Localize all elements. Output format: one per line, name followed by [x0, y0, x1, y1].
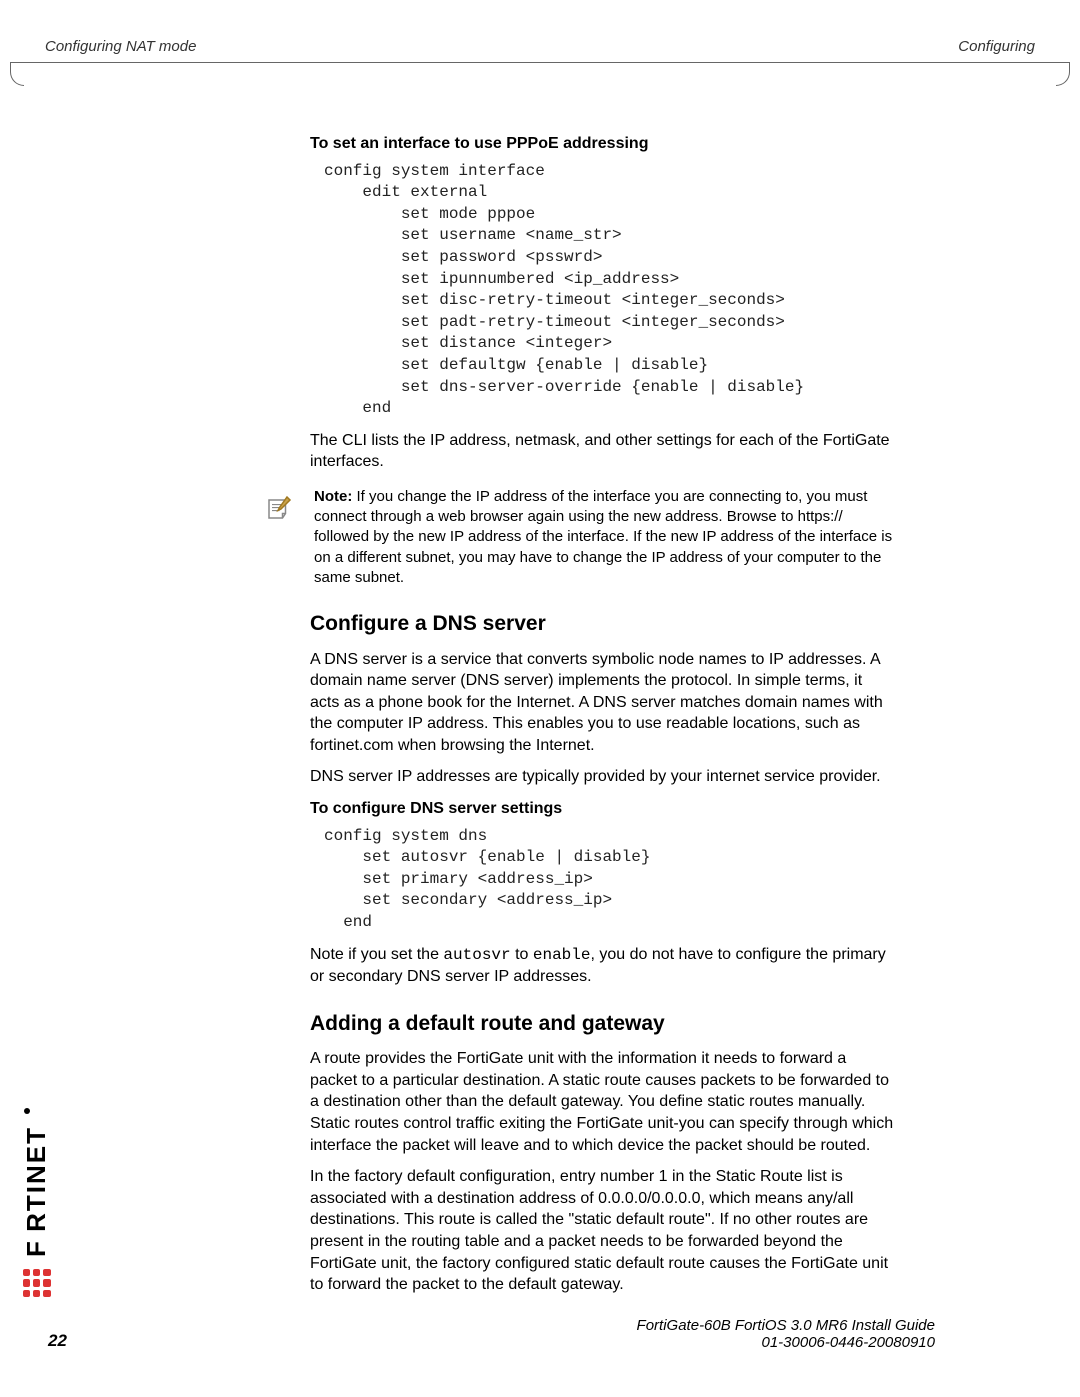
paragraph-cli-lists: The CLI lists the IP address, netmask, a… — [310, 430, 895, 473]
paragraph-dns-1: A DNS server is a service that converts … — [310, 649, 895, 757]
note-label: Note: — [314, 488, 352, 505]
footer-guide-title: FortiGate-60B FortiOS 3.0 MR6 Install Gu… — [637, 1317, 935, 1334]
note-body: If you change the IP address of the inte… — [314, 488, 892, 586]
page-number: 22 — [48, 1331, 67, 1351]
note-icon — [260, 491, 296, 534]
header-curve-right — [1056, 62, 1070, 86]
header-rule — [10, 62, 1070, 63]
header-curve-left — [10, 62, 24, 86]
footer-meta: FortiGate-60B FortiOS 3.0 MR6 Install Gu… — [637, 1317, 935, 1351]
code-block-pppoe: config system interface edit external se… — [324, 161, 895, 420]
content-area: To set an interface to use PPPoE address… — [310, 61, 895, 1296]
note-text: Note: If you change the IP address of th… — [314, 487, 895, 588]
brand-logo: F RTINET — [21, 1108, 52, 1297]
brand-logo-dot — [24, 1108, 30, 1114]
footer: 22 FortiGate-60B FortiOS 3.0 MR6 Install… — [0, 1317, 1080, 1351]
code-block-dns: config system dns set autosvr {enable | … — [324, 826, 895, 934]
heading-default-route: Adding a default route and gateway — [310, 1010, 895, 1038]
header-left: Configuring NAT mode — [45, 38, 196, 55]
procedure-heading-dns: To configure DNS server settings — [310, 798, 895, 820]
text-run: Note if you set the — [310, 946, 443, 963]
page: Configuring NAT mode Configuring To set … — [0, 0, 1080, 1397]
paragraph-dns-2: DNS server IP addresses are typically pr… — [310, 766, 895, 788]
heading-configure-dns: Configure a DNS server — [310, 610, 895, 638]
inline-code-enable: enable — [533, 946, 591, 964]
text-run: to — [511, 946, 533, 963]
note-block: Note: If you change the IP address of th… — [260, 487, 895, 588]
footer-doc-id: 01-30006-0446-20080910 — [637, 1334, 935, 1351]
paragraph-route-2: In the factory default configuration, en… — [310, 1166, 895, 1296]
header-right: Configuring — [958, 38, 1035, 55]
running-header: Configuring NAT mode Configuring — [40, 38, 1040, 61]
procedure-heading-pppoe: To set an interface to use PPPoE address… — [310, 133, 895, 155]
paragraph-route-1: A route provides the FortiGate unit with… — [310, 1048, 895, 1156]
paragraph-dns-after: Note if you set the autosvr to enable, y… — [310, 944, 895, 988]
brand-logo-mark — [23, 1269, 51, 1297]
inline-code-autosvr: autosvr — [443, 946, 510, 964]
brand-logo-text: F RTINET — [21, 1126, 52, 1257]
